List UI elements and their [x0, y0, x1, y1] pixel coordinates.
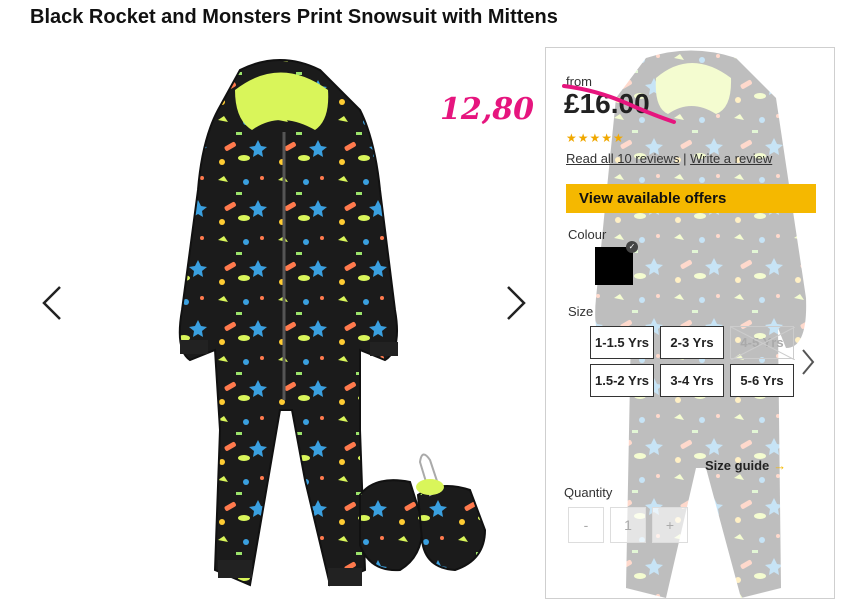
check-icon: ✓: [626, 241, 638, 253]
next-image-button[interactable]: [500, 283, 530, 323]
chevron-right-icon: [507, 286, 526, 320]
star-rating: ★★★★★: [566, 131, 625, 145]
unavailable-cross-icon: [731, 327, 795, 360]
size-option-3-4[interactable]: 3-4 Yrs: [660, 364, 724, 397]
price-strikethrough-mark: [562, 84, 676, 124]
handwritten-price-note: 12,80: [440, 92, 534, 127]
size-guide-link[interactable]: Size guide →: [705, 458, 786, 473]
write-review-link[interactable]: Write a review: [690, 151, 772, 166]
product-image: [178, 59, 487, 587]
prev-image-button[interactable]: [38, 283, 68, 323]
view-offers-button[interactable]: View available offers: [566, 184, 816, 213]
reviews-separator: |: [683, 151, 687, 166]
size-option-4-5-unavailable[interactable]: 4-5 Yrs: [730, 326, 795, 360]
size-option-2-3[interactable]: 2-3 Yrs: [660, 326, 724, 359]
size-guide-label: Size guide: [705, 458, 770, 473]
size-next-chevron-icon[interactable]: [800, 348, 816, 376]
arrow-right-icon: →: [773, 458, 787, 473]
purchase-panel: from £16.00 ★★★★★ Read all 10 reviews | …: [545, 47, 835, 599]
size-label: Size: [568, 304, 594, 319]
product-gallery: [30, 50, 540, 601]
quantity-label: Quantity: [564, 485, 613, 500]
reviews-links: Read all 10 reviews | Write a review: [566, 151, 772, 166]
colour-swatch-black[interactable]: [595, 247, 633, 285]
size-option-1-1.5[interactable]: 1-1.5 Yrs: [590, 326, 654, 359]
quantity-input[interactable]: 1: [610, 507, 646, 543]
quantity-increase-button[interactable]: +: [652, 507, 688, 543]
product-title: Black Rocket and Monsters Print Snowsuit…: [30, 6, 558, 28]
size-option-5-6[interactable]: 5-6 Yrs: [730, 364, 794, 397]
size-option-1.5-2[interactable]: 1.5-2 Yrs: [590, 364, 654, 397]
quantity-decrease-button[interactable]: -: [568, 507, 604, 543]
colour-label: Colour: [568, 227, 607, 242]
read-reviews-link[interactable]: Read all 10 reviews: [566, 151, 679, 166]
chevron-left-icon: [42, 286, 61, 320]
